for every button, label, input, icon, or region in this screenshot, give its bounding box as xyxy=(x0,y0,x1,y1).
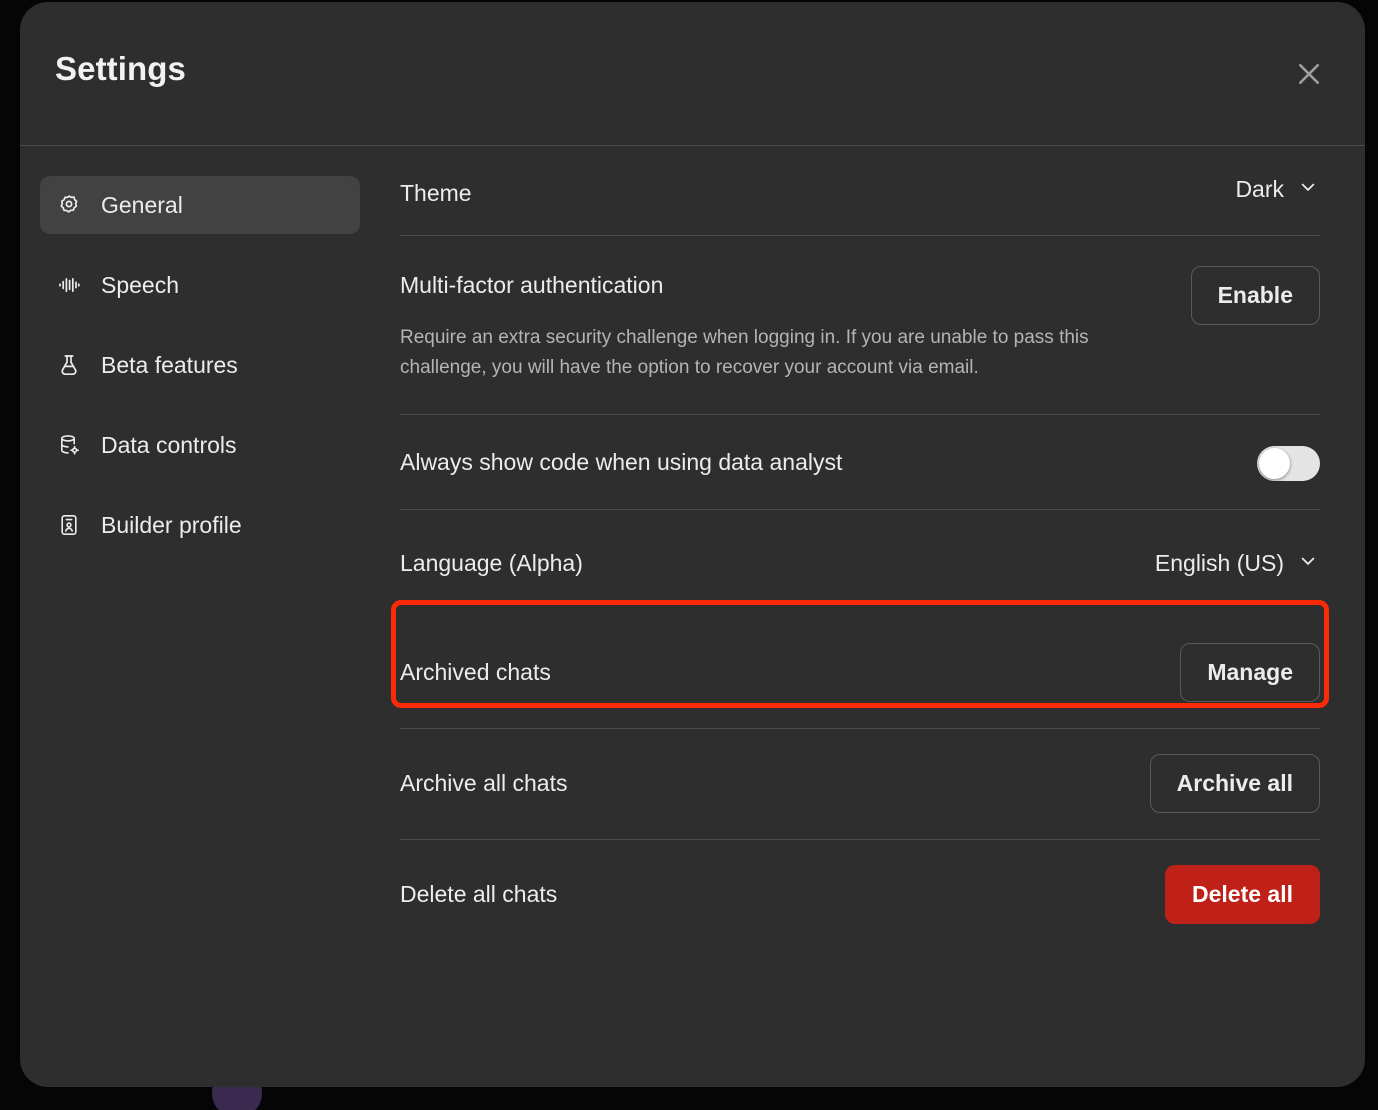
id-card-icon xyxy=(56,512,82,538)
sidebar-item-label: Builder profile xyxy=(101,512,242,539)
archived-chats-label: Archived chats xyxy=(400,657,551,688)
theme-dropdown[interactable]: Dark xyxy=(1233,174,1320,205)
waveform-icon xyxy=(56,272,82,298)
settings-sidebar: General Speech xyxy=(20,146,380,1087)
flask-icon xyxy=(56,352,82,378)
setting-row-text: Language (Alpha) xyxy=(400,548,583,579)
toggle-knob xyxy=(1259,448,1290,479)
chevron-down-icon xyxy=(1298,550,1318,577)
theme-label: Theme xyxy=(400,178,472,209)
database-gear-icon xyxy=(56,432,82,458)
language-label: Language (Alpha) xyxy=(400,548,583,579)
archive-all-button[interactable]: Archive all xyxy=(1150,754,1320,813)
mfa-label: Multi-factor authentication xyxy=(400,270,1100,301)
archive-all-label: Archive all chats xyxy=(400,768,567,799)
setting-row-archive-all: Archive all chats Archive all xyxy=(400,729,1320,840)
setting-row-text: Delete all chats xyxy=(400,879,557,910)
sidebar-item-beta-features[interactable]: Beta features xyxy=(40,336,360,394)
setting-row-show-code: Always show code when using data analyst xyxy=(400,415,1320,510)
language-value: English (US) xyxy=(1155,550,1284,577)
chevron-down-icon xyxy=(1298,176,1318,203)
theme-value: Dark xyxy=(1235,176,1284,203)
screen: Settings xyxy=(0,0,1378,1110)
setting-row-theme: Theme Dark xyxy=(400,146,1320,236)
gear-icon xyxy=(56,192,82,218)
mfa-description: Require an extra security challenge when… xyxy=(400,323,1100,382)
delete-all-label: Delete all chats xyxy=(400,879,557,910)
sidebar-item-label: Speech xyxy=(101,272,179,299)
settings-modal: Settings xyxy=(20,2,1365,1087)
manage-archived-chats-button[interactable]: Manage xyxy=(1180,643,1320,702)
setting-row-mfa: Multi-factor authentication Require an e… xyxy=(400,236,1320,415)
sidebar-item-label: Beta features xyxy=(101,352,238,379)
sidebar-item-builder-profile[interactable]: Builder profile xyxy=(40,496,360,554)
modal-header: Settings xyxy=(20,2,1365,146)
sidebar-item-data-controls[interactable]: Data controls xyxy=(40,416,360,474)
sidebar-item-speech[interactable]: Speech xyxy=(40,256,360,314)
sidebar-item-label: General xyxy=(101,192,183,219)
setting-row-text: Theme xyxy=(400,174,472,209)
sidebar-item-label: Data controls xyxy=(101,432,237,459)
setting-row-text: Archived chats xyxy=(400,657,551,688)
modal-body: General Speech xyxy=(20,146,1365,1087)
show-code-label: Always show code when using data analyst xyxy=(400,447,842,478)
language-dropdown[interactable]: English (US) xyxy=(1153,548,1320,579)
enable-mfa-button[interactable]: Enable xyxy=(1191,266,1320,325)
close-icon xyxy=(1294,59,1324,89)
delete-all-button[interactable]: Delete all xyxy=(1165,865,1320,924)
setting-row-text: Always show code when using data analyst xyxy=(400,447,842,478)
setting-row-archived-chats: Archived chats Manage xyxy=(400,618,1320,729)
setting-row-language: Language (Alpha) English (US) xyxy=(400,510,1320,618)
sidebar-item-general[interactable]: General xyxy=(40,176,360,234)
close-button[interactable] xyxy=(1285,50,1333,98)
settings-content: Theme Dark Multi-factor authent xyxy=(380,146,1365,1087)
setting-row-text: Archive all chats xyxy=(400,768,567,799)
page-title: Settings xyxy=(55,50,186,88)
show-code-toggle[interactable] xyxy=(1257,446,1320,481)
setting-row-text: Multi-factor authentication Require an e… xyxy=(400,266,1100,382)
setting-row-delete-all: Delete all chats Delete all xyxy=(400,840,1320,950)
